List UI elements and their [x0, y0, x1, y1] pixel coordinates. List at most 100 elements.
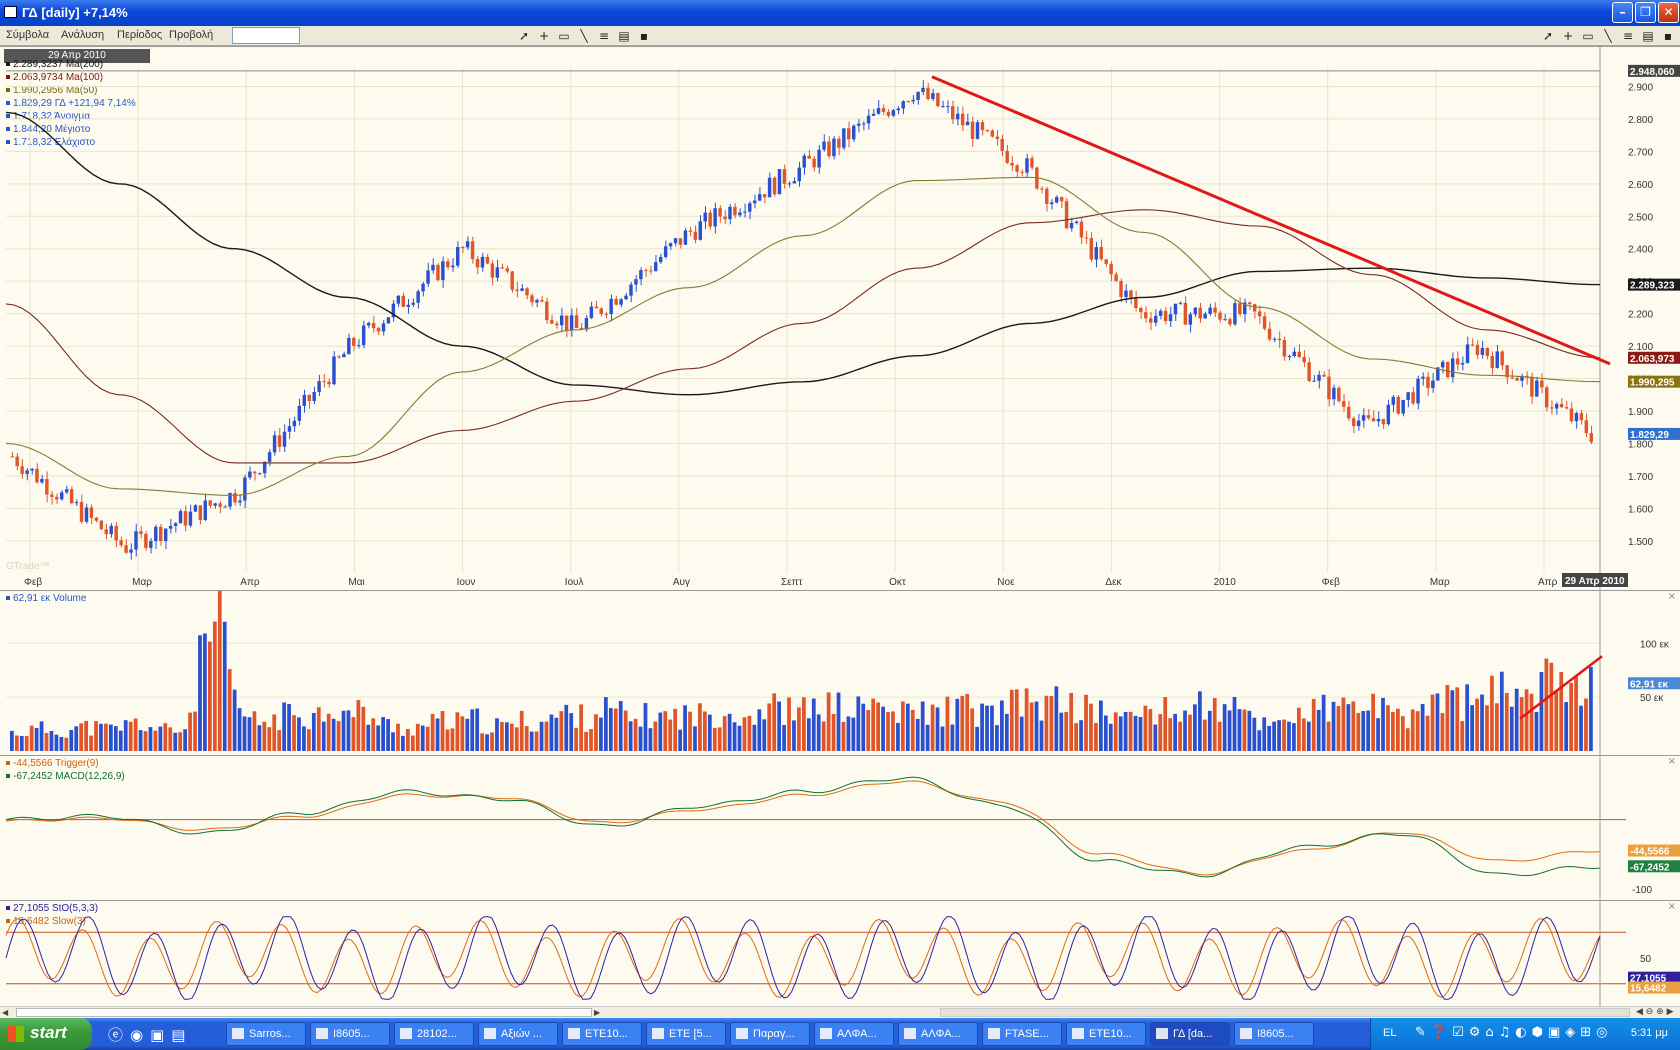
candle: [1064, 201, 1069, 229]
candle: [540, 300, 544, 302]
chart-tool-icon[interactable]: ▤: [616, 28, 632, 44]
candle: [658, 256, 663, 263]
candle: [1208, 307, 1212, 314]
line-tool-icon[interactable]: ╲: [576, 28, 592, 44]
taskbar-item[interactable]: ETE10...: [562, 1022, 642, 1046]
volume-bar: [1544, 658, 1549, 751]
taskbar-item[interactable]: Sarros...: [226, 1022, 306, 1046]
candle: [1510, 377, 1514, 379]
taskbar-item[interactable]: ΑΛΦΑ...: [898, 1022, 978, 1046]
chart-tool-icon-right[interactable]: ▤: [1640, 28, 1656, 44]
candle: [282, 431, 287, 447]
candle: [1351, 418, 1356, 427]
taskbar-item[interactable]: ΑΛΦΑ...: [814, 1022, 894, 1046]
candle: [208, 500, 212, 506]
volume-bar: [925, 724, 930, 751]
taskbar-item[interactable]: FTASE...: [982, 1022, 1062, 1046]
candle: [1272, 338, 1277, 340]
taskbar-item[interactable]: Αξιών ...: [478, 1022, 558, 1046]
candle: [1564, 407, 1569, 409]
volume-bar: [331, 718, 336, 751]
volume-bar: [1391, 711, 1395, 751]
candle: [495, 267, 500, 278]
rectangle-tool-icon[interactable]: ▭: [556, 28, 572, 44]
tray-icons[interactable]: ✎❓☑⚙⌂♫◐⬢▣◈⊞◎: [1415, 1025, 1613, 1040]
candle: [743, 211, 747, 213]
stochastic-pane[interactable]: 27,1055 StO(5,3,3) 15,6482 Slow(3) × 50 27…: [0, 900, 1680, 1007]
candle: [129, 549, 133, 553]
pointer-tool-icon-right[interactable]: ➚: [1540, 28, 1556, 44]
scroll-left-icon[interactable]: ◀: [2, 1008, 12, 1017]
candle: [1069, 223, 1074, 229]
menu-period[interactable]: Περίοδος: [117, 29, 162, 41]
taskbar-item[interactable]: ETE [5...: [646, 1022, 726, 1046]
line-tool-icon-right[interactable]: ╲: [1600, 28, 1616, 44]
candle: [738, 212, 742, 216]
volume-bar: [1480, 694, 1484, 751]
volume-bar: [1267, 725, 1272, 751]
start-button[interactable]: start: [0, 1018, 92, 1050]
rectangle-tool-icon-right[interactable]: ▭: [1580, 28, 1596, 44]
fibonacci-tool-icon-right[interactable]: ≡: [1620, 28, 1636, 44]
candle: [980, 122, 985, 131]
volume-bar: [663, 711, 668, 751]
x-tick-label: Απρ: [240, 577, 260, 588]
quicklaunch-icons[interactable]: ⓔ◉▣▤: [108, 1024, 192, 1045]
candle: [1441, 361, 1445, 368]
taskbar-item[interactable]: ETE10...: [1066, 1022, 1146, 1046]
macd-pane[interactable]: -44,5566 Trigger(9) -67,2452 MACD(12,26,9…: [0, 755, 1680, 901]
candle: [1183, 302, 1188, 325]
candle: [411, 302, 415, 305]
horizontal-scrollbar[interactable]: ◀ ▶ ◀ ⊖ ⊕ ▶: [0, 1006, 1680, 1018]
close-button[interactable]: ✕: [1658, 2, 1679, 23]
crosshair-tool-icon-right[interactable]: +: [1560, 28, 1576, 44]
scroll-right-icon[interactable]: ▶: [594, 1008, 604, 1017]
candle: [139, 531, 143, 534]
volume-bar: [237, 708, 242, 751]
horizontal-scrollbar-2[interactable]: [940, 1008, 1630, 1017]
menu-analysis[interactable]: Ανάλυση: [61, 29, 104, 41]
crosshair-tool-icon[interactable]: +: [536, 28, 552, 44]
volume-bar: [1108, 723, 1113, 751]
candle: [50, 494, 54, 497]
volume-bar: [44, 732, 49, 751]
menu-view[interactable]: Προβολή: [169, 29, 213, 41]
candle: [1050, 202, 1054, 205]
symbol-input[interactable]: [232, 27, 300, 44]
volume-bar: [668, 719, 673, 751]
menu-symbols[interactable]: Σύμβολα: [6, 29, 49, 41]
price-chart: 2.9002.8002.7002.6002.5002.4002.3002.200…: [5, 47, 1680, 591]
candle: [1144, 312, 1148, 319]
volume-pane[interactable]: 62,91 εκ Volume × 100 εκ 50 εκ 62,91 εκ: [0, 590, 1680, 756]
price-pane[interactable]: 29 Απρ 2010 2.289,3237 Ma(200) 2.063,9734…: [0, 46, 1680, 591]
taskbar-item[interactable]: 28102...: [394, 1022, 474, 1046]
fibonacci-tool-icon[interactable]: ≡: [596, 28, 612, 44]
taskbar-item[interactable]: I8605...: [1234, 1022, 1314, 1046]
candle: [1356, 420, 1361, 427]
x-tick-label: Φεβ: [24, 577, 42, 588]
scrollbar-thumb[interactable]: [16, 1008, 592, 1017]
pointer-tool-icon[interactable]: ➚: [516, 28, 532, 44]
x-tick-label: Οκτ: [889, 577, 906, 588]
volume-bar: [509, 723, 514, 751]
save-icon[interactable]: ▪: [636, 28, 652, 44]
y-tick-label: 2.400: [1628, 245, 1653, 256]
minimize-button[interactable]: –: [1612, 2, 1633, 23]
taskbar-item[interactable]: I8605...: [310, 1022, 390, 1046]
zoom-controls-icon[interactable]: ◀ ⊖ ⊕ ▶: [1636, 1007, 1674, 1017]
window-title: ΓΔ [daily] +7,14%: [22, 5, 128, 20]
x-tick-label: Νοε: [997, 577, 1015, 588]
candle: [337, 356, 341, 358]
save-icon-right[interactable]: ▪: [1660, 28, 1676, 44]
candle: [74, 502, 79, 504]
candle: [1347, 406, 1351, 419]
taskbar-item[interactable]: Παραγ...: [730, 1022, 810, 1046]
candle: [1490, 356, 1494, 368]
candle: [1045, 188, 1049, 205]
taskbar-item[interactable]: ΓΔ [da...: [1150, 1022, 1230, 1046]
language-indicator[interactable]: EL: [1383, 1027, 1396, 1039]
restore-button[interactable]: ❐: [1635, 2, 1656, 23]
candle: [1485, 348, 1490, 357]
volume-bar: [950, 724, 955, 751]
volume-bar: [1004, 713, 1009, 751]
